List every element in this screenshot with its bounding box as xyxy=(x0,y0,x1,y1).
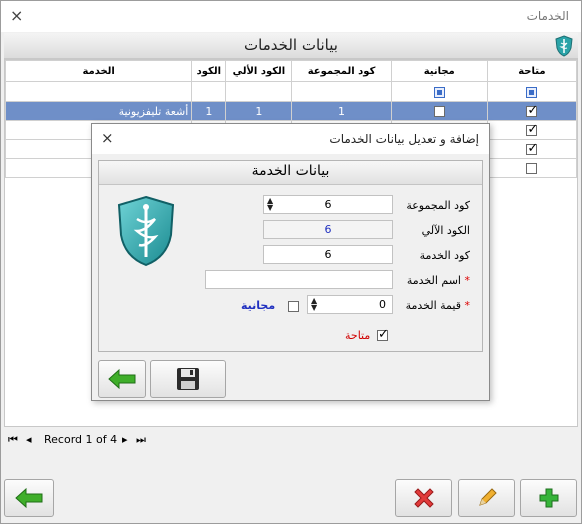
dialog-close-icon[interactable]: × xyxy=(101,129,114,147)
column-header-group-code[interactable]: كود المجموعة xyxy=(291,60,392,82)
filter-free-checkbox[interactable] xyxy=(433,86,445,98)
dialog-toolbar xyxy=(98,360,483,400)
cell-available xyxy=(486,101,578,121)
filter-service[interactable] xyxy=(4,81,193,102)
free-label: مجانية xyxy=(241,299,276,312)
cell-available xyxy=(486,158,578,178)
price-value: 0 xyxy=(379,298,386,311)
dialog-title: إضافة و تعديل بيانات الخدمات xyxy=(329,132,479,146)
filter-available-checkbox[interactable] xyxy=(526,86,538,98)
prev-record-icon[interactable]: ◂ xyxy=(26,433,32,446)
dialog-title-bar: × إضافة و تعديل بيانات الخدمات xyxy=(92,124,489,154)
first-record-icon[interactable]: ⏮ xyxy=(8,433,18,447)
cell-code: 1 xyxy=(191,101,227,121)
service-code-field[interactable]: 6 xyxy=(263,245,393,264)
add-button[interactable] xyxy=(520,479,577,517)
page-title: بيانات الخدمات xyxy=(244,36,338,54)
table-row[interactable]: أشعة تليفزيونية 1 1 1 xyxy=(4,101,578,121)
dialog-back-button[interactable] xyxy=(98,360,146,398)
back-button[interactable] xyxy=(4,479,54,517)
service-name-input[interactable] xyxy=(205,270,393,289)
floppy-disk-icon xyxy=(177,368,199,390)
title-bar: × الخدمات xyxy=(1,1,581,32)
window-title: الخدمات xyxy=(526,9,569,23)
service-name-text: اسم الخدمة xyxy=(406,274,461,287)
record-counter: Record 1 of 4 xyxy=(44,433,118,446)
pencil-icon xyxy=(478,488,497,506)
column-header-auto-code[interactable]: الكود الألي xyxy=(225,60,293,82)
cell-available xyxy=(486,139,578,159)
auto-code-label: الكود الآلي xyxy=(421,224,470,237)
table-header-row: الخدمة الكود الكود الألي كود المجموعة مج… xyxy=(4,60,578,82)
filter-auto-code[interactable] xyxy=(225,81,293,102)
arrow-left-icon xyxy=(15,487,43,509)
spin-arrows-icon[interactable]: ▲ ▼ xyxy=(267,197,273,212)
column-header-available[interactable]: متاحة xyxy=(486,60,578,82)
main-toolbar xyxy=(4,479,578,521)
cell-available xyxy=(486,120,578,140)
free-checkbox[interactable] xyxy=(288,301,299,312)
cell-group-code: 1 xyxy=(291,101,392,121)
next-record-icon[interactable]: ▸ xyxy=(122,433,128,446)
medical-shield-icon xyxy=(555,35,573,57)
spin-arrows-icon[interactable]: ▲ ▼ xyxy=(311,297,317,312)
column-header-service[interactable]: الخدمة xyxy=(4,60,193,82)
service-name-label: اسم الخدمة * xyxy=(407,274,470,287)
available-checkbox[interactable] xyxy=(377,327,389,342)
auto-code-value: 6 xyxy=(324,223,332,236)
cell-free xyxy=(390,101,488,121)
edit-button[interactable] xyxy=(458,479,515,517)
group-code-label: كود المجموعة xyxy=(406,199,470,212)
plus-icon xyxy=(539,488,558,508)
services-header: بيانات الخدمات xyxy=(4,33,578,59)
column-header-code[interactable]: الكود xyxy=(191,60,227,82)
medical-shield-icon xyxy=(117,195,175,267)
panel-title: بيانات الخدمة xyxy=(99,161,482,185)
column-header-free[interactable]: مجانية xyxy=(390,60,488,82)
last-record-icon[interactable]: ⏭ xyxy=(136,433,146,447)
service-form-panel: بيانات الخدمة كود المجموعة ▲ ▼ 6 الكود ال… xyxy=(98,160,483,352)
window-close-icon[interactable]: × xyxy=(10,6,23,25)
filter-row xyxy=(4,81,578,102)
available-checkbox[interactable] xyxy=(526,103,538,118)
cell-service: أشعة تليفزيونية xyxy=(4,101,193,121)
auto-code-field: 6 xyxy=(263,220,393,239)
filter-available[interactable] xyxy=(486,81,578,102)
service-code-label: كود الخدمة xyxy=(419,249,470,262)
filter-group-code[interactable] xyxy=(291,81,392,102)
save-button[interactable] xyxy=(150,360,226,398)
group-code-stepper[interactable]: ▲ ▼ 6 xyxy=(263,195,393,214)
price-label: قيمة الخدمة * xyxy=(406,299,470,312)
required-mark: * xyxy=(464,274,471,287)
available-checkbox[interactable] xyxy=(526,141,538,156)
required-mark: * xyxy=(464,299,471,312)
edit-service-dialog: × إضافة و تعديل بيانات الخدمات بيانات ال… xyxy=(91,123,490,401)
service-code-value: 6 xyxy=(324,248,332,261)
free-checkbox[interactable] xyxy=(433,106,445,117)
group-code-value: 6 xyxy=(324,198,332,211)
filter-code[interactable] xyxy=(191,81,227,102)
delete-button[interactable] xyxy=(395,479,452,517)
available-label: متاحة xyxy=(345,329,371,342)
available-checkbox[interactable] xyxy=(526,122,538,137)
delete-x-icon xyxy=(413,488,434,508)
arrow-left-icon xyxy=(108,368,136,390)
available-checkbox[interactable] xyxy=(526,163,538,174)
cell-auto-code: 1 xyxy=(225,101,293,121)
price-stepper[interactable]: ▲ ▼ 0 xyxy=(307,295,393,314)
record-navigator: ⏮ ◂ Record 1 of 4 ▸ ⏭ xyxy=(4,431,578,449)
filter-free[interactable] xyxy=(390,81,488,102)
price-text: قيمة الخدمة xyxy=(405,299,461,312)
